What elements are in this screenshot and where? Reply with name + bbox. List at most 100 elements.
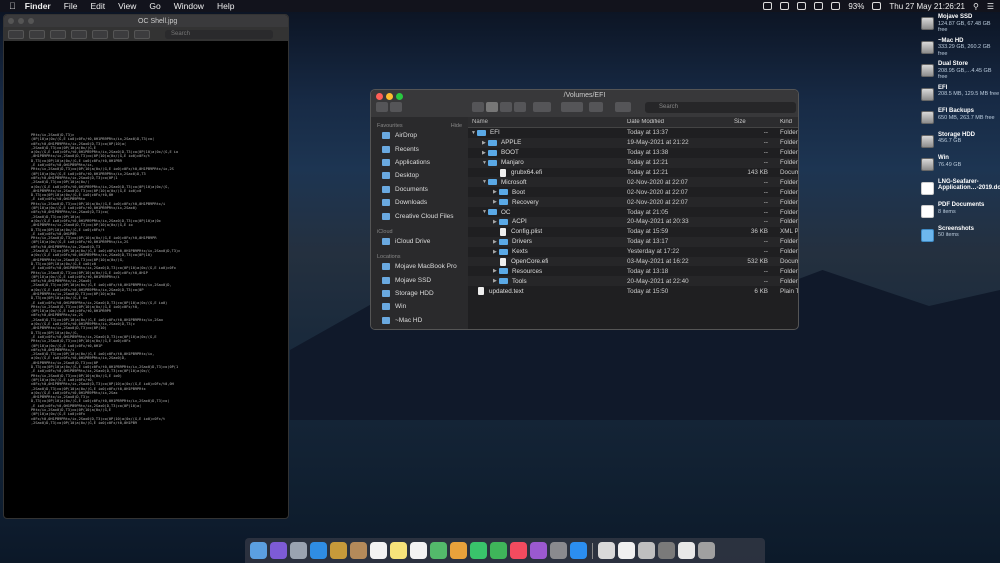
table-row[interactable]: updated.text Today at 15:50 6 KB Plain Tex [468, 286, 798, 296]
sidebar-item[interactable]: Downloads [371, 196, 468, 209]
disk-utility-icon[interactable] [638, 542, 655, 559]
table-row[interactable]: ▶ BOOT Today at 13:38 -- Folder [468, 148, 798, 158]
table-row[interactable]: grubx64.efi Today at 12:21 143 KB Docume [468, 168, 798, 178]
column-size[interactable]: Size [726, 119, 776, 125]
facetime-icon[interactable] [490, 542, 507, 559]
annotate-button[interactable] [134, 29, 150, 39]
menu-file[interactable]: File [64, 1, 78, 11]
menu-help[interactable]: Help [217, 1, 234, 11]
menu-view[interactable]: View [118, 1, 136, 11]
table-row[interactable]: ▶ Drivers Today at 13:17 -- Folder [468, 236, 798, 247]
contacts-icon[interactable] [350, 542, 367, 559]
table-row[interactable]: OpenCore.efi 03-May-2021 at 16:22 532 KB Do… [468, 256, 798, 267]
column-date-modified[interactable]: Date Modified [627, 119, 726, 125]
gallery-view-button[interactable] [514, 102, 526, 112]
preview-window[interactable]: OC Shell.jpg Search PRtx/ix,2Sax0)D,T3)c… [3, 14, 289, 519]
sidebar-item[interactable]: Recents [371, 142, 468, 155]
desktop-icon[interactable]: EFI 208.5 MB, 129.5 MB free [905, 85, 1000, 108]
wifi-icon[interactable] [814, 2, 824, 10]
desktop-icon[interactable]: LNG-Seafarer-Application…-2019.doc [905, 179, 1000, 202]
table-row[interactable]: ▼ EFI Today at 13:37 -- Folder [468, 128, 798, 138]
desktop-icon[interactable]: Storage HDD 456.7 GB [905, 132, 1000, 155]
sidebar-item[interactable]: Mojave MacBook Pro [371, 260, 468, 273]
close-button[interactable] [8, 18, 14, 24]
photos-icon[interactable] [450, 542, 467, 559]
launchpad-icon[interactable] [290, 542, 307, 559]
zoom-out-button[interactable] [29, 29, 45, 39]
sidebar-item[interactable]: Storage HDD [371, 287, 468, 300]
table-row[interactable]: ▼ Microsoft 02-Nov-2020 at 22:07 -- Folder [468, 177, 798, 188]
table-row[interactable]: ▶ Resources Today at 13:18 -- Folder [468, 266, 798, 276]
preview-search-input[interactable]: Search [165, 29, 273, 39]
finder-icon[interactable] [250, 542, 267, 559]
sidebar-item[interactable]: Applications [371, 156, 468, 169]
zoom-in-button[interactable] [50, 29, 66, 39]
minimize-button[interactable] [18, 18, 24, 24]
apple-menu-icon[interactable]:  [9, 1, 16, 11]
textedit-icon[interactable] [618, 542, 635, 559]
bluetooth-icon[interactable] [797, 2, 807, 10]
zoom-button[interactable] [28, 18, 34, 24]
column-view-button[interactable] [500, 102, 512, 112]
volume-icon[interactable] [831, 2, 841, 10]
maps-icon[interactable] [430, 542, 447, 559]
share-button[interactable] [71, 29, 87, 39]
desktop-icon[interactable]: ~Mac HD 333.29 GB, 260.2 GB free [905, 38, 1000, 61]
podcasts-icon[interactable] [530, 542, 547, 559]
table-row[interactable]: ▶ Kexts Yesterday at 17:22 -- Folder [468, 247, 798, 257]
battery-percent[interactable]: 93% [848, 2, 864, 11]
desktop-icon[interactable]: PDF Documents 8 items [905, 202, 1000, 225]
back-button[interactable] [376, 102, 388, 112]
sidebar-item[interactable]: Win [371, 300, 468, 313]
table-row[interactable]: ▶ Tools 20-May-2021 at 22:40 -- Folder [468, 276, 798, 287]
share-button[interactable] [589, 102, 603, 112]
table-row[interactable]: ▶ ACPI 20-May-2021 at 20:33 -- Folder [468, 217, 798, 227]
calendar-icon[interactable] [370, 542, 387, 559]
safari-icon[interactable] [310, 542, 327, 559]
list-view-button[interactable] [486, 102, 498, 112]
preview-titlebar[interactable]: OC Shell.jpg [4, 15, 288, 27]
column-kind[interactable]: Kind [776, 119, 798, 125]
markup-button[interactable] [92, 29, 108, 39]
spotlight-icon[interactable]: ⚲ [973, 2, 979, 11]
notification-center-icon[interactable]: ☰ [987, 2, 994, 11]
desktop-icon[interactable]: EFI Backups 650 MB, 263.7 MB free [905, 108, 1000, 131]
sidebar-toggle-button[interactable] [8, 29, 24, 39]
desktop-icon[interactable]: Screenshots 50 items [905, 226, 1000, 249]
menu-window[interactable]: Window [174, 1, 204, 11]
table-row[interactable]: ▶ Boot 02-Nov-2020 at 22:07 -- Folder [468, 187, 798, 197]
system-preferences-icon[interactable] [550, 542, 567, 559]
table-row[interactable]: ▼ OC Today at 21:05 -- Folder [468, 207, 798, 217]
menu-edit[interactable]: Edit [90, 1, 105, 11]
messages-icon[interactable] [470, 542, 487, 559]
app-store-icon[interactable] [570, 542, 587, 559]
tag-button[interactable] [615, 102, 631, 112]
table-row[interactable]: ▶ Recovery 02-Nov-2020 at 22:07 -- Folder [468, 197, 798, 208]
desktop-icon[interactable]: Win 76.49 GB [905, 155, 1000, 178]
rotate-button[interactable] [113, 29, 129, 39]
icon-view-button[interactable] [472, 102, 484, 112]
desktop-icon[interactable]: Dual Store 208.95 GB,…4.45 GB free [905, 61, 1000, 84]
finder-window[interactable]: /Volumes/EFI Search Favourites Hide AirDr… [370, 89, 799, 330]
table-row[interactable]: Config.plist Today at 15:59 36 KB XML Pr… [468, 227, 798, 237]
sidebar-item[interactable]: iCloud Drive [371, 235, 468, 248]
menu-app-name[interactable]: Finder [25, 1, 51, 11]
cloud-icon[interactable] [780, 2, 790, 10]
downloads-stack-icon[interactable] [678, 542, 695, 559]
notes-app-icon[interactable] [330, 542, 347, 559]
forward-button[interactable] [390, 102, 402, 112]
hide-link[interactable]: Hide [451, 123, 462, 129]
battery-icon[interactable] [872, 2, 882, 10]
column-name[interactable]: Name [468, 119, 627, 125]
music-icon[interactable] [510, 542, 527, 559]
preview-icon[interactable] [598, 542, 615, 559]
action-gear-button[interactable] [561, 102, 583, 112]
reminders-icon[interactable] [410, 542, 427, 559]
sidebar-item[interactable]: AirDrop [371, 129, 468, 142]
sidebar-item[interactable]: Desktop [371, 169, 468, 182]
clock[interactable]: Thu 27 May 21:26:21 [889, 2, 965, 11]
sidebar-item[interactable]: Mojave SSD [371, 274, 468, 287]
table-row[interactable]: ▶ APPLE 19-May-2021 at 21:22 -- Folder [468, 137, 798, 148]
finder-search-input[interactable]: Search [645, 102, 796, 113]
siri-icon[interactable] [270, 542, 287, 559]
